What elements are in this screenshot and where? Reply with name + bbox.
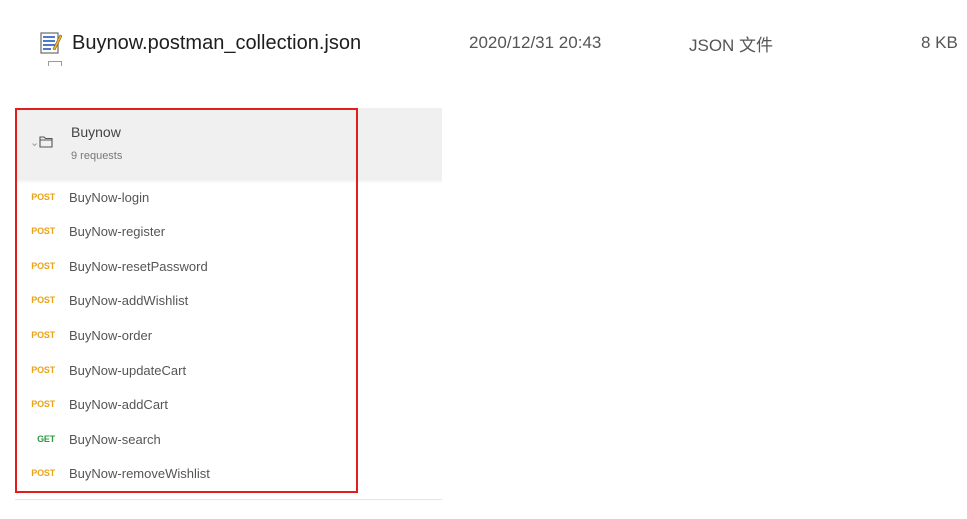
json-file-icon	[40, 31, 62, 55]
highlight-box	[15, 108, 358, 493]
next-file-icon-partial	[48, 61, 62, 66]
list-bottom-divider	[15, 499, 442, 500]
file-date: 2020/12/31 20:43	[469, 33, 602, 52]
file-name: Buynow.postman_collection.json	[72, 31, 362, 54]
file-row[interactable]: Buynow.postman_collection.json 2020/12/3…	[40, 26, 960, 60]
file-type: JSON 文件	[689, 35, 774, 55]
file-size: 8 KB	[921, 33, 958, 52]
